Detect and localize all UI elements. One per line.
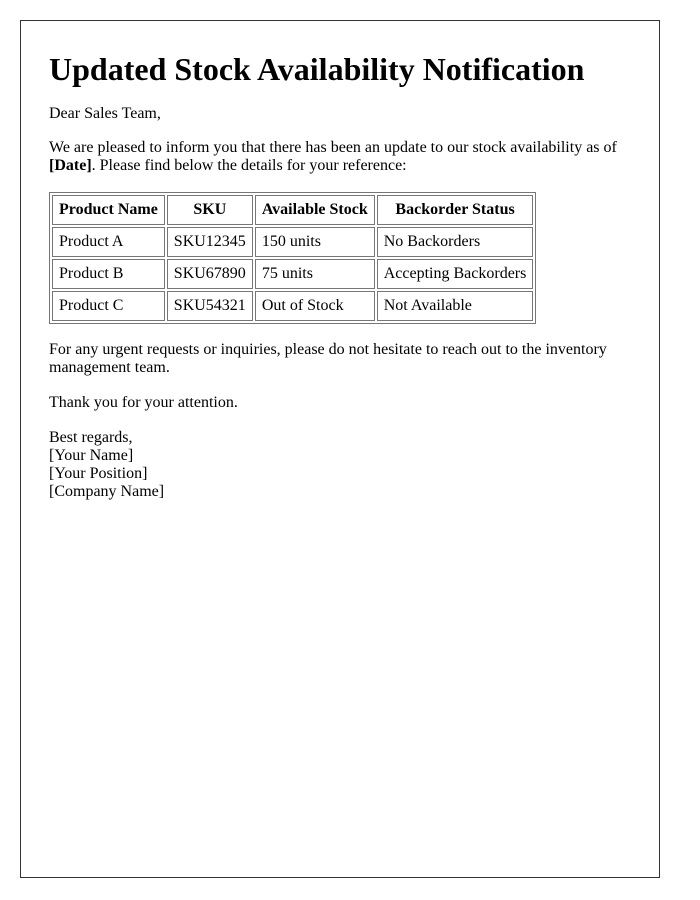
header-sku: SKU xyxy=(166,195,253,225)
intro-paragraph: We are pleased to inform you that there … xyxy=(49,139,631,175)
cell-product-name: Product C xyxy=(52,291,165,321)
stock-table: Product Name SKU Available Stock Backord… xyxy=(49,192,537,324)
signature-company: [Company Name] xyxy=(49,483,165,500)
thanks-paragraph: Thank you for your attention. xyxy=(49,394,238,411)
followup-paragraph: For any urgent requests or inquiries, pl… xyxy=(49,341,607,376)
cell-sku: SKU54321 xyxy=(166,291,253,321)
cell-sku: SKU67890 xyxy=(166,259,253,289)
intro-text-after: . Please find below the details for your… xyxy=(91,157,407,174)
signature-position: [Your Position] xyxy=(49,465,148,482)
cell-backorder-status: Not Available xyxy=(376,291,534,321)
table-header-row: Product Name SKU Available Stock Backord… xyxy=(52,195,534,225)
intro-text-before: We are pleased to inform you that there … xyxy=(49,139,617,156)
cell-product-name: Product B xyxy=(52,259,165,289)
cell-backorder-status: Accepting Backorders xyxy=(376,259,534,289)
cell-available-stock: Out of Stock xyxy=(254,291,375,321)
page-title: Updated Stock Availability Notification xyxy=(49,51,585,87)
cell-product-name: Product A xyxy=(52,227,165,257)
header-product-name: Product Name xyxy=(52,195,165,225)
date-placeholder: [Date] xyxy=(49,157,92,174)
cell-backorder-status: No Backorders xyxy=(376,227,534,257)
header-available-stock: Available Stock xyxy=(254,195,375,225)
letter-page: Updated Stock Availability Notification … xyxy=(20,20,660,878)
cell-available-stock: 75 units xyxy=(254,259,375,289)
greeting: Dear Sales Team, xyxy=(49,105,161,122)
table-row: Product A SKU12345 150 units No Backorde… xyxy=(52,227,534,257)
signature-block: Best regards, [Your Name] [Your Position… xyxy=(49,429,631,501)
header-backorder-status: Backorder Status xyxy=(376,195,534,225)
table-row: Product B SKU67890 75 units Accepting Ba… xyxy=(52,259,534,289)
table-row: Product C SKU54321 Out of Stock Not Avai… xyxy=(52,291,534,321)
cell-sku: SKU12345 xyxy=(166,227,253,257)
signature-closing: Best regards, xyxy=(49,429,133,446)
cell-available-stock: 150 units xyxy=(254,227,375,257)
signature-name: [Your Name] xyxy=(49,447,134,464)
